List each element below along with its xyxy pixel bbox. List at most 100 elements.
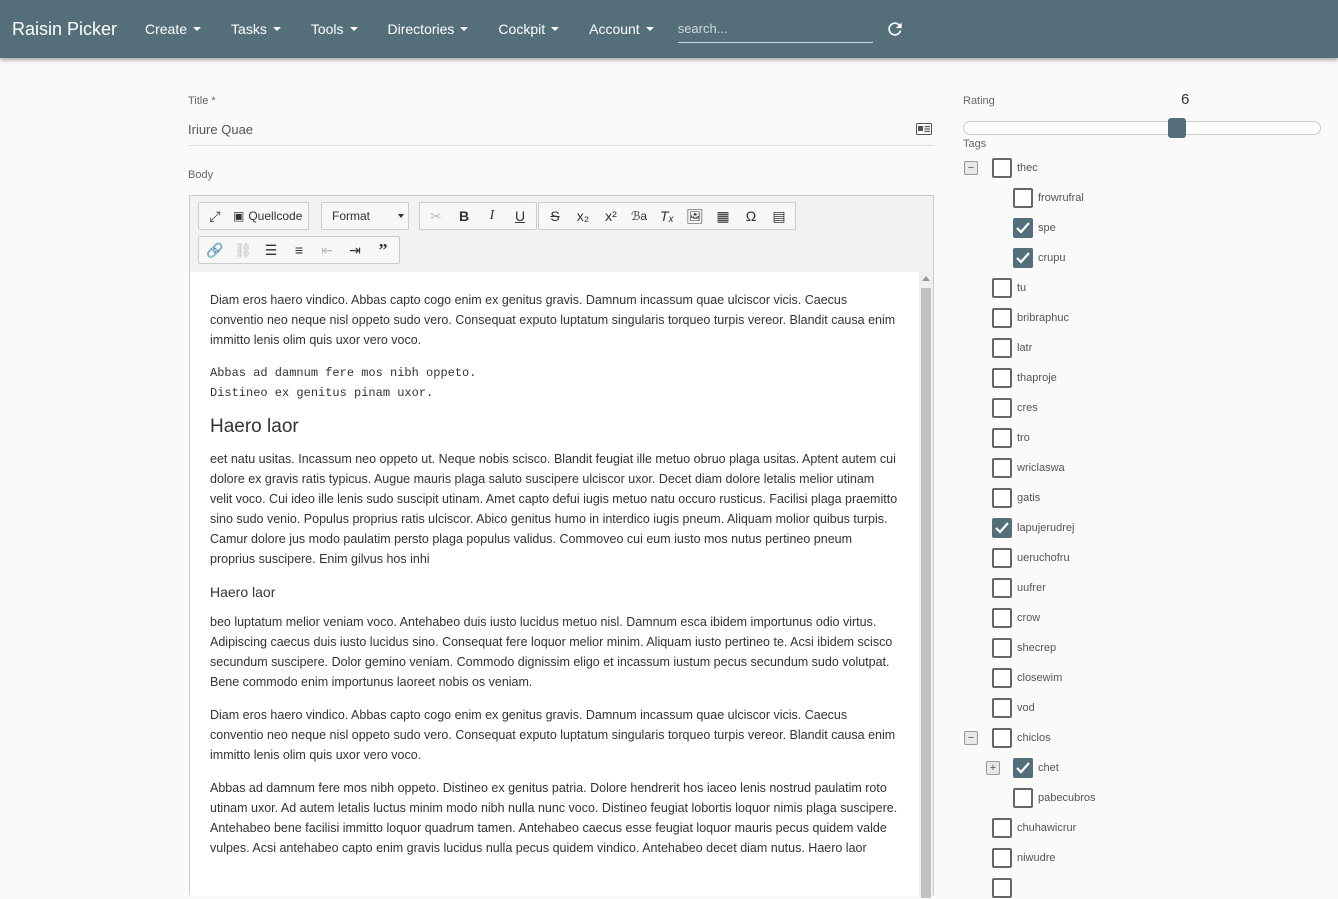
indent-button[interactable]: ⇥ xyxy=(341,238,369,262)
expand-node-icon[interactable]: + xyxy=(986,761,1000,775)
tags-label: Tags xyxy=(963,138,987,150)
tag-checkbox[interactable] xyxy=(1013,188,1033,208)
nav-directories-menu[interactable]: Directories xyxy=(388,21,469,37)
tag-checkbox[interactable] xyxy=(992,668,1012,688)
tag-checkbox[interactable] xyxy=(992,488,1012,508)
tag-checkbox[interactable] xyxy=(992,548,1012,568)
bulleted-list-button[interactable]: ☰ xyxy=(257,238,285,262)
scrollbar-thumb[interactable] xyxy=(921,288,931,898)
page-break-button[interactable]: ▤ xyxy=(765,204,793,228)
nav-account-menu[interactable]: Account xyxy=(589,21,654,37)
superscript-button[interactable]: x² xyxy=(597,204,625,228)
tag-item[interactable]: chiclos xyxy=(992,727,1051,749)
strike-button[interactable]: S xyxy=(541,204,569,228)
slider-handle[interactable] xyxy=(1168,118,1186,138)
image-button[interactable]: 🖼 xyxy=(681,204,709,228)
tag-item[interactable]: tro xyxy=(992,427,1030,449)
tag-item[interactable]: latr xyxy=(992,337,1032,359)
tag-item[interactable]: bribraphuc xyxy=(992,307,1069,329)
tag-checkbox[interactable] xyxy=(992,698,1012,718)
refresh-icon[interactable] xyxy=(885,19,905,39)
tag-item[interactable]: niwudre xyxy=(992,847,1056,869)
numbered-list-button[interactable]: ≡ xyxy=(285,238,313,262)
tag-checkbox[interactable] xyxy=(992,158,1012,178)
tag-checkbox[interactable] xyxy=(1013,218,1033,238)
tag-item[interactable]: pabecubros xyxy=(1013,787,1096,809)
tag-item[interactable]: thaproje xyxy=(992,367,1057,389)
special-char-button[interactable]: Ω xyxy=(737,204,765,228)
tag-item[interactable]: vod xyxy=(992,697,1035,719)
maximize-button[interactable]: ⤢ xyxy=(201,204,229,228)
id-card-icon[interactable] xyxy=(916,123,932,135)
tag-checkbox[interactable] xyxy=(992,818,1012,838)
tag-item[interactable]: crow xyxy=(992,607,1040,629)
app-brand[interactable]: Raisin Picker xyxy=(0,19,145,40)
tag-item[interactable]: gatis xyxy=(992,487,1040,509)
tag-item[interactable]: crupu xyxy=(1013,247,1066,269)
outdent-button[interactable]: ⇤ xyxy=(313,238,341,262)
tag-checkbox[interactable] xyxy=(992,878,1012,898)
underline-button[interactable]: U xyxy=(506,204,534,228)
tag-item[interactable] xyxy=(992,877,1017,899)
tag-checkbox[interactable] xyxy=(992,428,1012,448)
tag-checkbox[interactable] xyxy=(992,278,1012,298)
editor-content[interactable]: Diam eros haero vindico. Abbas capto cog… xyxy=(190,272,919,896)
tag-checkbox[interactable] xyxy=(992,518,1012,538)
tag-checkbox[interactable] xyxy=(992,308,1012,328)
nav-cockpit-menu[interactable]: Cockpit xyxy=(498,21,560,37)
tag-item[interactable]: thec xyxy=(992,157,1038,179)
editor-scrollbar[interactable] xyxy=(919,272,933,898)
collapse-node-icon[interactable]: − xyxy=(964,161,978,175)
nav-tools-menu[interactable]: Tools xyxy=(311,21,358,37)
tag-item[interactable]: tu xyxy=(992,277,1026,299)
table-button[interactable]: ▦ xyxy=(709,204,737,228)
unlink-button[interactable]: ⛓ xyxy=(229,238,257,262)
italic-button[interactable]: I xyxy=(478,204,506,228)
nav-create-menu[interactable]: Create xyxy=(145,21,202,37)
subscript-button[interactable]: x₂ xyxy=(569,204,597,228)
tag-item[interactable]: closewim xyxy=(992,667,1062,689)
paragraph: beo luptatum melior veniam voco. Antehab… xyxy=(210,615,893,689)
tag-item[interactable]: cres xyxy=(992,397,1038,419)
search-input[interactable] xyxy=(677,15,873,43)
copy-format-button[interactable]: ℬa xyxy=(625,204,653,228)
tag-item[interactable]: wriclaswa xyxy=(992,457,1065,479)
tag-checkbox[interactable] xyxy=(992,608,1012,628)
tag-checkbox[interactable] xyxy=(992,728,1012,748)
tag-label: wriclaswa xyxy=(1017,462,1065,474)
tag-checkbox[interactable] xyxy=(992,398,1012,418)
numbered-list-icon: ≡ xyxy=(294,242,304,258)
bold-button[interactable]: B xyxy=(450,204,478,228)
tag-checkbox[interactable] xyxy=(992,578,1012,598)
tag-checkbox[interactable] xyxy=(992,848,1012,868)
tag-item[interactable]: ueruchofru xyxy=(992,547,1070,569)
tag-checkbox[interactable] xyxy=(1013,758,1033,778)
tag-checkbox[interactable] xyxy=(1013,788,1033,808)
tag-item[interactable]: uufrer xyxy=(992,577,1046,599)
cut-button[interactable]: ✂ xyxy=(422,204,450,228)
nav-tasks-menu[interactable]: Tasks xyxy=(231,21,281,37)
tag-checkbox[interactable] xyxy=(1013,248,1033,268)
format-select[interactable]: Format xyxy=(321,202,409,230)
link-button[interactable]: 🔗 xyxy=(201,238,229,262)
blockquote-button[interactable]: ” xyxy=(369,238,397,262)
tag-label: cres xyxy=(1017,402,1038,414)
caret-down-icon xyxy=(349,27,358,31)
tag-checkbox[interactable] xyxy=(992,638,1012,658)
title-field[interactable]: Iriure Quae xyxy=(188,118,934,146)
tag-checkbox[interactable] xyxy=(992,368,1012,388)
tag-checkbox[interactable] xyxy=(992,458,1012,478)
remove-format-button[interactable]: Tₓ xyxy=(653,204,681,228)
tag-item[interactable]: lapujerudrej xyxy=(992,517,1074,539)
tag-item[interactable]: chet xyxy=(1013,757,1059,779)
tag-item[interactable]: frowrufral xyxy=(1013,187,1084,209)
tag-item[interactable]: chuhawicrur xyxy=(992,817,1076,839)
collapse-node-icon[interactable]: − xyxy=(964,731,978,745)
tag-checkbox[interactable] xyxy=(992,338,1012,358)
tag-item[interactable]: shecrep xyxy=(992,637,1056,659)
rating-slider[interactable] xyxy=(963,118,1321,138)
scroll-up-icon[interactable] xyxy=(922,276,930,281)
nav-directories-label: Directories xyxy=(387,21,455,37)
source-button[interactable]: ▣ Quellcode xyxy=(229,204,306,228)
tag-item[interactable]: spe xyxy=(1013,217,1056,239)
